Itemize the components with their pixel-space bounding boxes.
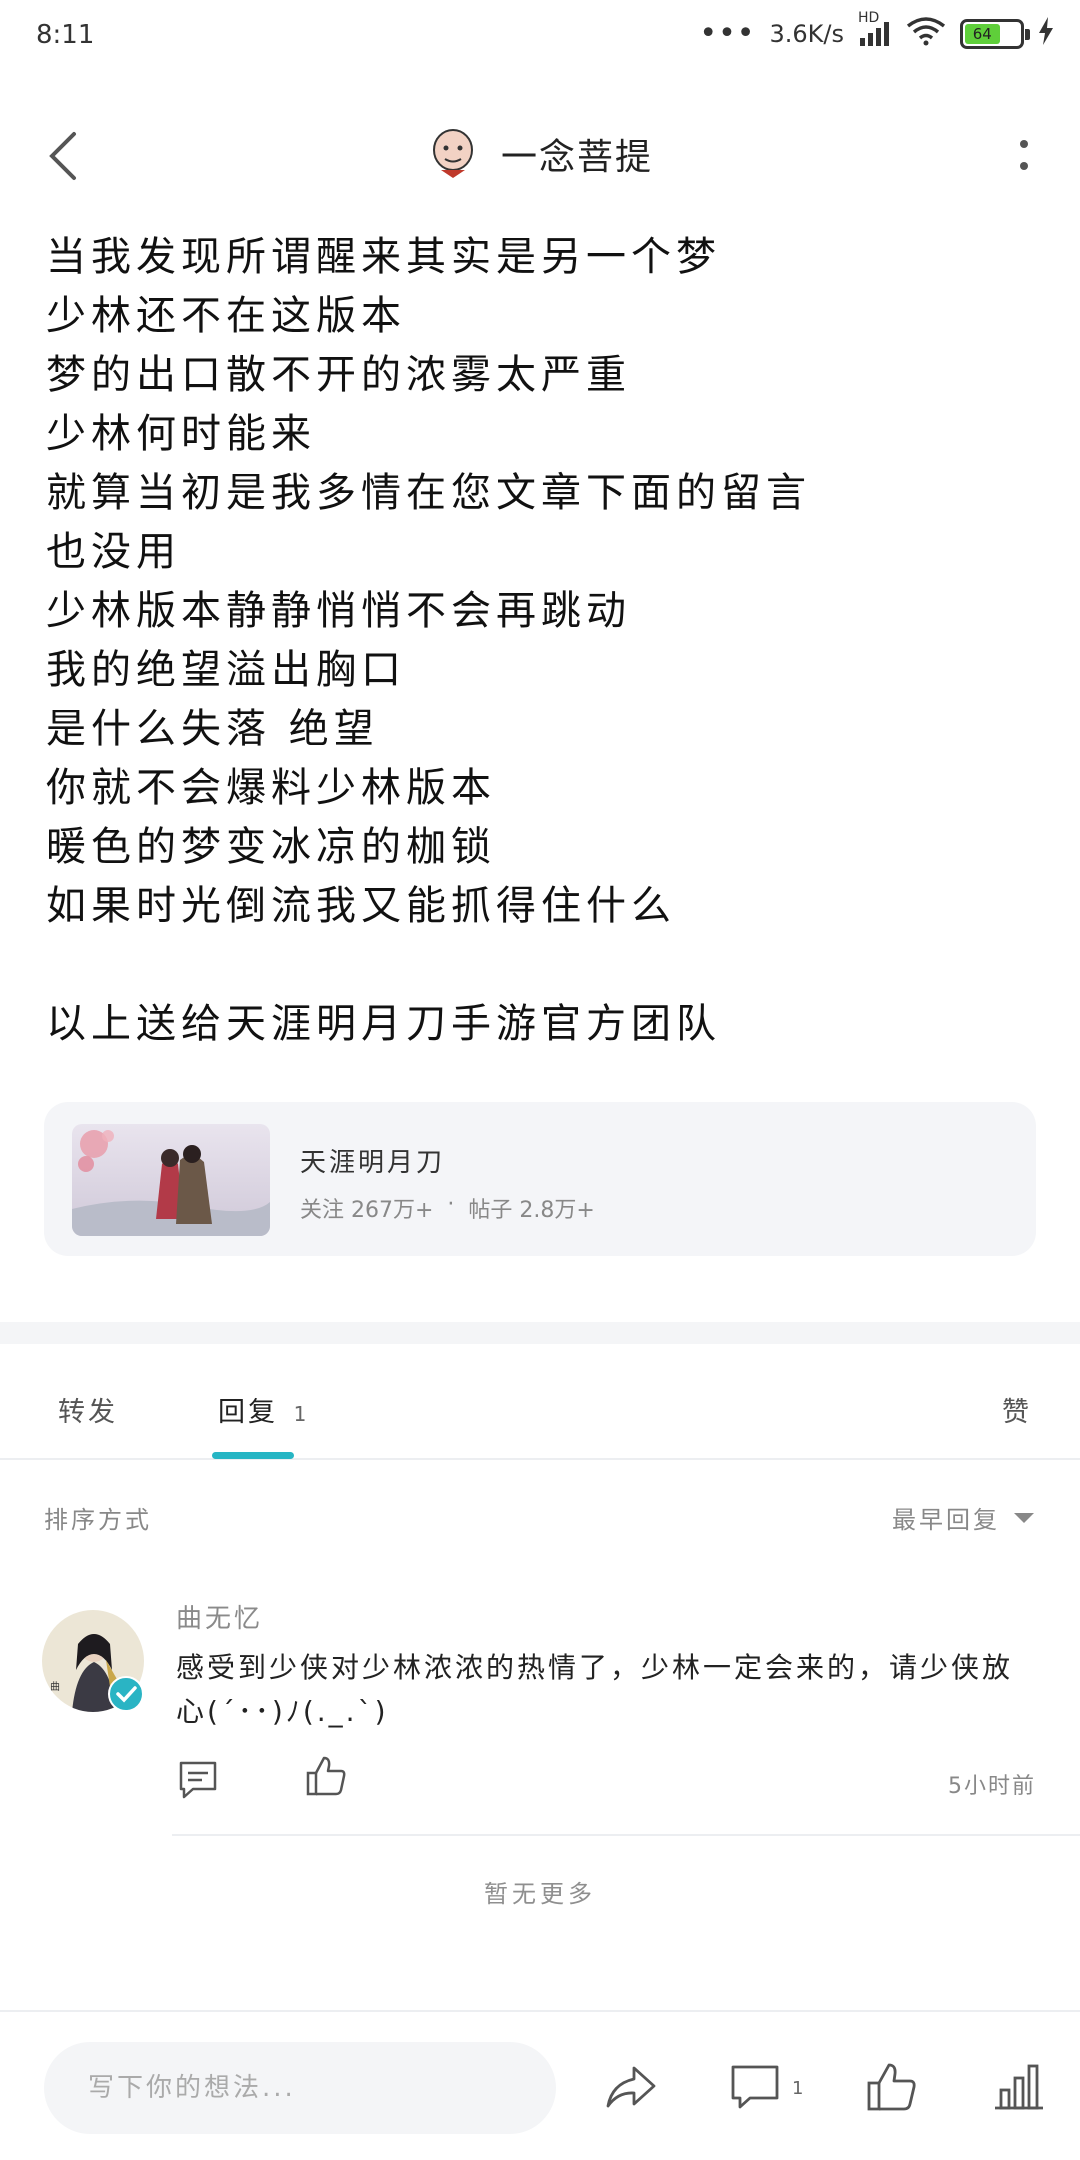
post-line: 也没用 xyxy=(46,529,181,575)
nav-bar: 一念菩提 xyxy=(0,110,1080,200)
post-line: 少林何时能来 xyxy=(46,411,316,457)
section-divider xyxy=(0,1322,1080,1344)
sort-selected: 最早回复 xyxy=(892,1506,1000,1534)
dropdown-arrow-icon xyxy=(1014,1512,1034,1523)
like-comment-icon[interactable] xyxy=(304,1754,348,1798)
author-avatar[interactable] xyxy=(427,128,479,180)
sort-dropdown[interactable]: 最早回复 xyxy=(892,1500,1036,1535)
status-time: 8:11 xyxy=(36,20,95,50)
tab-likes[interactable]: 赞 xyxy=(1002,1390,1032,1429)
tab-likes-label: 赞 xyxy=(1002,1397,1032,1428)
post-line xyxy=(46,936,1036,995)
author-header[interactable]: 一念菩提 xyxy=(0,128,1080,180)
bar-chart-icon xyxy=(995,2064,1043,2110)
network-speed: 3.6K/s xyxy=(769,20,845,48)
tab-replies-count: 1 xyxy=(293,1402,310,1426)
stats-separator: · xyxy=(447,1192,455,1217)
sort-label: 排序方式 xyxy=(44,1506,152,1534)
wifi-icon xyxy=(906,16,946,52)
signal-icon: HD xyxy=(858,10,892,48)
comment-button[interactable] xyxy=(728,2060,782,2114)
post-line: 当我发现所谓醒来其实是另一个梦 xyxy=(46,234,721,280)
forum-card[interactable]: 天涯明月刀 关注 267万+ · 帖子 2.8万+ xyxy=(44,1102,1036,1256)
share-icon xyxy=(606,2066,656,2108)
comment-item: 曲 曲无忆 感受到少侠对少林浓浓的热情了，少林一定会来的，请少侠放心(´･･)ﾉ… xyxy=(0,1590,1080,1836)
post-line: 就算当初是我多情在您文章下面的留言 xyxy=(46,470,811,516)
status-bar: 8:11 ••• 3.6K/s HD 64 xyxy=(0,0,1080,80)
comment-count: 1 xyxy=(792,2078,804,2099)
reply-comment-icon[interactable] xyxy=(176,1758,220,1802)
svg-text:曲: 曲 xyxy=(50,1681,60,1693)
forum-posts: 帖子 2.8万+ xyxy=(468,1198,595,1223)
post-line: 如果时光倒流我又能抓得住什么 xyxy=(46,883,676,929)
forum-cover-image xyxy=(72,1124,270,1236)
share-button[interactable] xyxy=(604,2060,658,2114)
comment-icon xyxy=(731,2065,779,2109)
thumbs-up-icon xyxy=(867,2063,916,2111)
author-name[interactable]: 一念菩提 xyxy=(501,128,653,180)
stats-button[interactable] xyxy=(992,2060,1046,2114)
tab-replies-label: 回复 xyxy=(218,1397,278,1428)
post-line: 梦的出口散不开的浓雾太严重 xyxy=(46,352,631,398)
commenter-name[interactable]: 曲无忆 xyxy=(176,1598,263,1635)
battery-icon: 64 xyxy=(960,19,1030,49)
bottom-action-bar: 1 xyxy=(0,2010,1080,2160)
post-line: 少林还不在这版本 xyxy=(46,293,406,339)
post-line: 是什么失落 绝望 xyxy=(46,706,379,752)
network-type: HD xyxy=(858,10,880,26)
tab-replies[interactable]: 回复 1 xyxy=(218,1390,309,1429)
no-more-text: 暂无更多 xyxy=(484,1880,596,1908)
status-icons: ••• 3.6K/s HD 64 xyxy=(699,10,1054,52)
forum-followers: 关注 267万+ xyxy=(300,1198,434,1223)
post-line: 暖色的梦变冰凉的枷锁 xyxy=(46,824,496,870)
charging-icon xyxy=(1038,17,1054,51)
more-notifications-icon: ••• xyxy=(699,16,756,51)
comment-input[interactable] xyxy=(44,2042,556,2134)
more-vertical-icon xyxy=(1020,140,1028,170)
post-line: 少林版本静静悄悄不会再跳动 xyxy=(46,588,631,634)
like-button[interactable] xyxy=(864,2060,918,2114)
post-line: 以上送给天涯明月刀手游官方团队 xyxy=(46,1001,721,1047)
tab-forward-label: 转发 xyxy=(58,1397,118,1428)
verified-badge-icon xyxy=(108,1676,144,1712)
active-tab-indicator xyxy=(212,1452,294,1459)
tab-bar: 转发 回复 1 赞 xyxy=(0,1360,1080,1460)
battery-level: 64 xyxy=(965,24,1000,44)
forum-name[interactable]: 天涯明月刀 xyxy=(300,1142,445,1179)
sort-row: 排序方式 最早回复 xyxy=(0,1492,1080,1542)
comment-time: 5小时前 xyxy=(948,1774,1036,1799)
tab-forward[interactable]: 转发 xyxy=(58,1390,118,1429)
comment-divider xyxy=(172,1834,1080,1836)
post-content: 当我发现所谓醒来其实是另一个梦 少林还不在这版本 梦的出口散不开的浓雾太严重 少… xyxy=(46,228,1036,1054)
comment-text: 感受到少侠对少林浓浓的热情了，少林一定会来的，请少侠放心(´･･)ﾉ(._.`) xyxy=(176,1651,1014,1728)
forum-stats: 关注 267万+ · 帖子 2.8万+ xyxy=(300,1192,595,1224)
post-line: 你就不会爆料少林版本 xyxy=(46,765,496,811)
post-line: 我的绝望溢出胸口 xyxy=(46,647,406,693)
more-options-button[interactable] xyxy=(1014,134,1034,178)
